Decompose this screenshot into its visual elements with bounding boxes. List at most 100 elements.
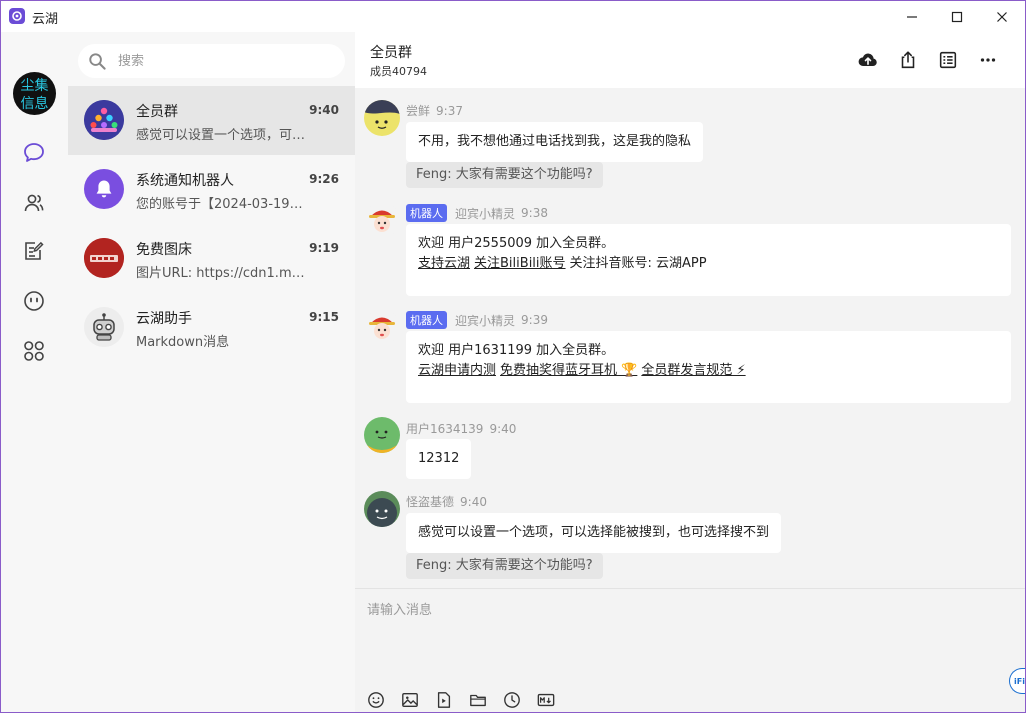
conversation-item-assistant[interactable]: 云湖助手 9:15 Markdown消息 xyxy=(68,293,355,362)
conversation-list: 全员群 9:40 感觉可以设置一个选项，可以选择能被搜到，也可选择搜不到 系统通… xyxy=(68,32,355,712)
floating-assist-label: iFi xyxy=(1014,676,1025,686)
minimize-button[interactable] xyxy=(889,1,935,32)
clock-icon xyxy=(504,692,520,708)
conversation-time: 9:40 xyxy=(309,103,339,117)
conversation-name: 全员群 xyxy=(136,104,178,120)
cloud-upload-button[interactable] xyxy=(855,47,881,73)
composer xyxy=(355,588,1025,712)
user-avatar-text: 尘集信息 xyxy=(20,77,49,112)
close-button[interactable] xyxy=(979,1,1025,32)
message-bubble[interactable]: 欢迎 用户1631199 加入全员群。 云湖申请内测 免费抽奖得蓝牙耳机 🏆 全员群… xyxy=(406,331,1011,403)
mascot-avatar-icon xyxy=(364,202,400,238)
conversation-item-system-bot[interactable]: 系统通知机器人 9:26 您的账号于【2024-03-19 09:26登录 xyxy=(68,155,355,224)
dark-face-avatar-icon xyxy=(364,491,400,527)
bot-badge: 机器人 xyxy=(406,204,447,222)
message-bubble[interactable]: 感觉可以设置一个选项，可以选择能被搜到，也可选择搜不到 xyxy=(406,513,782,553)
nav-discover[interactable] xyxy=(21,288,47,314)
emoji-icon xyxy=(368,692,384,708)
robot-icon xyxy=(84,307,124,347)
message-bubble[interactable]: 12312 xyxy=(406,439,472,479)
video-file-icon xyxy=(437,692,451,708)
bot-badge: 机器人 xyxy=(406,311,447,329)
image-button[interactable] xyxy=(400,690,420,710)
contacts-icon xyxy=(24,194,44,212)
conversation-name: 系统通知机器人 xyxy=(136,173,234,189)
maximize-button[interactable] xyxy=(934,1,980,32)
chat-details-button[interactable] xyxy=(935,47,961,73)
green-face-avatar-icon xyxy=(364,417,400,453)
message-time: 9:38 xyxy=(521,206,548,220)
conversation-item-all-members[interactable]: 全员群 9:40 感觉可以设置一个选项，可以选择能被搜到，也可选择搜不到 xyxy=(68,86,355,155)
nav-apps[interactable] xyxy=(21,338,47,364)
markdown-icon xyxy=(537,693,555,707)
search-box[interactable] xyxy=(78,44,345,78)
app-logo-icon xyxy=(9,8,25,24)
image-host-logo-icon xyxy=(84,238,124,278)
bot-avatar[interactable] xyxy=(364,202,400,238)
message-time: 9:40 xyxy=(489,421,517,436)
bell-icon xyxy=(96,180,112,198)
welcome-text: 欢迎 用户2555009 加入全员群。 xyxy=(418,236,615,251)
group-avatar xyxy=(84,100,124,140)
markdown-button[interactable] xyxy=(536,690,556,710)
nav-notes[interactable] xyxy=(21,238,47,264)
sender-name: 怪盗基德 xyxy=(406,495,455,509)
conversation-preview: 感觉可以设置一个选项，可以选择能被搜到，也可选择搜不到 xyxy=(136,128,306,143)
message-meta: 尝鲜 9:37 xyxy=(406,102,463,119)
conversation-time: 9:19 xyxy=(309,241,339,255)
message-input[interactable] xyxy=(367,599,1007,669)
minimize-icon xyxy=(907,15,917,18)
more-options-button[interactable] xyxy=(975,47,1001,73)
welcome-text: 欢迎 用户1631199 加入全员群。 xyxy=(418,343,615,358)
welcome-links: 云湖申请内测 免费抽奖得蓝牙耳机 🏆 全员群发言规范 ⚡ xyxy=(418,361,999,381)
more-horizontal-icon xyxy=(980,58,996,62)
list-detail-icon xyxy=(939,51,957,69)
user-avatar[interactable]: 尘集信息 xyxy=(13,72,56,115)
sender-name: 尝鲜 xyxy=(406,104,431,118)
link-lottery[interactable]: 免费抽奖得蓝牙耳机 🏆 xyxy=(500,363,637,378)
quoted-message[interactable]: Feng: 大家有需要这个功能吗? xyxy=(406,553,603,579)
link-bilibili[interactable]: 关注BiliBili账号 xyxy=(474,256,566,271)
message-list[interactable]: 尝鲜 9:37 不用，我不想他通过电话找到我，这是我的隐私 Feng: 大家有需… xyxy=(355,88,1025,588)
title-bar: 云湖 xyxy=(1,1,1025,32)
bell-avatar xyxy=(84,169,124,209)
search-icon xyxy=(89,53,106,70)
sender-avatar[interactable] xyxy=(364,417,400,453)
quoted-message[interactable]: Feng: 大家有需要这个功能吗? xyxy=(406,162,603,188)
maximize-icon xyxy=(951,11,963,22)
message-meta: 怪盗基德 9:40 xyxy=(406,493,487,510)
link-support[interactable]: 支持云湖 xyxy=(418,256,470,271)
message-meta: 用户1634139 9:40 xyxy=(406,420,516,437)
video-button[interactable] xyxy=(434,690,454,710)
welcome-links: 支持云湖 关注BiliBili账号 关注抖音账号: 云湖APP xyxy=(418,254,999,274)
bot-avatar[interactable] xyxy=(364,309,400,345)
nav-contacts[interactable] xyxy=(21,190,47,216)
message-bubble[interactable]: 欢迎 用户2555009 加入全员群。 支持云湖 关注BiliBili账号 关注抖音… xyxy=(406,224,1011,296)
share-button[interactable] xyxy=(895,47,921,73)
history-button[interactable] xyxy=(502,690,522,710)
conversation-name: 免费图床 xyxy=(136,242,192,258)
apps-grid-icon xyxy=(24,341,44,361)
conversation-preview: Markdown消息 xyxy=(136,335,230,350)
conversation-time: 9:26 xyxy=(309,172,339,186)
close-icon xyxy=(997,11,1007,22)
sender-avatar[interactable] xyxy=(364,100,400,136)
message-time: 9:37 xyxy=(436,103,463,118)
nav-messages[interactable] xyxy=(21,140,47,166)
conversation-item-image-host[interactable]: 免费图床 9:19 图片URL: https://cdn1.mftp.info/… xyxy=(68,224,355,293)
emoji-button[interactable] xyxy=(366,690,386,710)
conversation-preview: 您的账号于【2024-03-19 09:26登录 xyxy=(136,197,306,212)
file-button[interactable] xyxy=(468,690,488,710)
message-bubble[interactable]: 不用，我不想他通过电话找到我，这是我的隐私 xyxy=(406,122,704,162)
share-icon xyxy=(901,51,915,69)
folder-icon xyxy=(470,694,486,707)
link-beta[interactable]: 云湖申请内测 xyxy=(418,363,496,378)
search-input[interactable] xyxy=(118,51,318,71)
link-rules[interactable]: 全员群发言规范 ⚡ xyxy=(641,363,745,378)
conversation-time: 9:15 xyxy=(309,310,339,324)
conversation-preview: 图片URL: https://cdn1.mftp.info/... xyxy=(136,266,306,281)
robot-avatar xyxy=(84,307,124,347)
sender-name: 迎宾小精灵 xyxy=(455,313,516,328)
sender-avatar[interactable] xyxy=(364,491,400,527)
app-window: 云湖 尘集信息 搜索 全员群 9:40 感觉可以设置一个选项，可以 系统通知机器… xyxy=(0,0,1026,713)
